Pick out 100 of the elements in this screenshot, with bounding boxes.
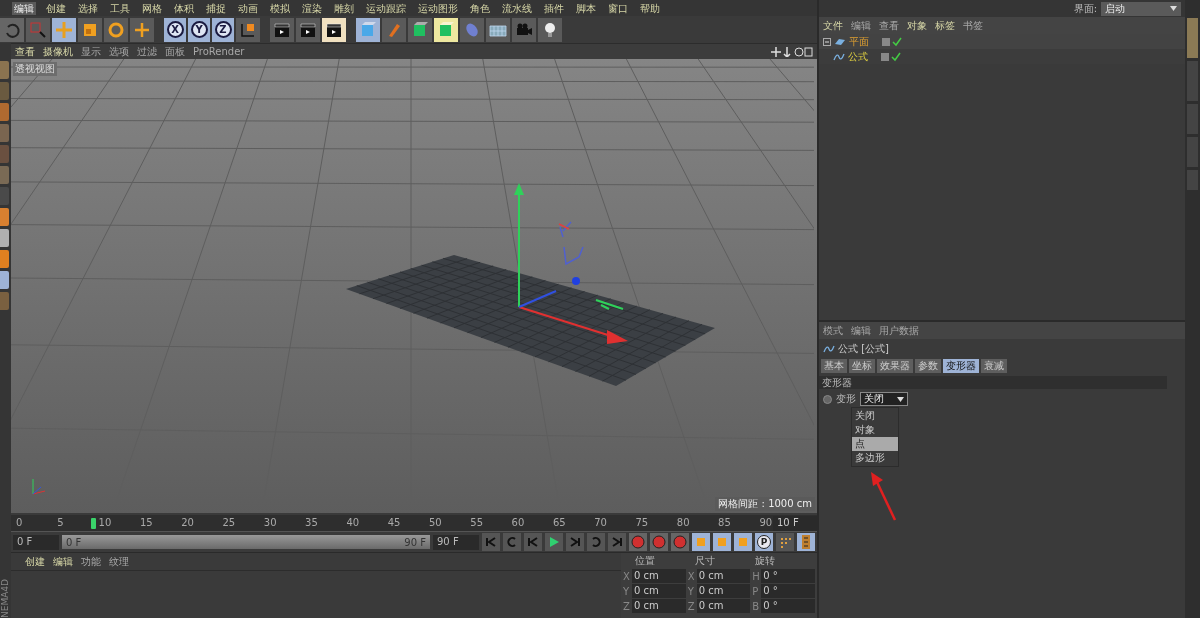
point-level-icon[interactable] <box>776 533 794 551</box>
menu-item[interactable]: 流水线 <box>500 1 534 15</box>
play-icon[interactable] <box>545 533 563 551</box>
viewport-menu-item[interactable]: 摄像机 <box>43 44 73 59</box>
viewport-menu-item[interactable]: 查看 <box>15 44 35 59</box>
menu-item[interactable]: 渲染 <box>300 1 324 15</box>
menu-item[interactable]: 网格 <box>140 1 164 15</box>
viewport-navigation-icon[interactable] <box>771 46 813 57</box>
viewport-menu-item[interactable]: 选项 <box>109 44 129 59</box>
frame-field[interactable]: 10 F <box>773 516 817 531</box>
film-strip-icon[interactable] <box>797 533 815 551</box>
undo-icon[interactable] <box>0 17 24 42</box>
coordinate-field[interactable]: 0 ° <box>761 599 815 613</box>
attribute-tab[interactable]: 效果器 <box>877 359 913 373</box>
object-menu-item[interactable]: 标签 <box>935 18 955 33</box>
dropdown-option[interactable]: 多边形 <box>852 451 898 465</box>
viewport-menu-item[interactable]: 过滤 <box>137 44 157 59</box>
axis-lock-button[interactable]: X <box>164 17 186 42</box>
dropdown-option[interactable]: 对象 <box>852 423 898 437</box>
menu-item[interactable]: 脚本 <box>574 1 598 15</box>
object-menu-item[interactable]: 书签 <box>963 18 983 33</box>
object-name[interactable]: 公式 <box>848 49 878 64</box>
end-frame-field[interactable]: 90 F <box>433 534 479 550</box>
axis-lock-button[interactable]: Z <box>212 17 234 42</box>
start-frame-field[interactable]: 0 F <box>13 534 59 550</box>
object-menu-item[interactable]: 查看 <box>879 18 899 33</box>
axis-lock-button[interactable]: Y <box>188 17 210 42</box>
parameter-key-button[interactable]: P <box>755 533 773 551</box>
cube-icon[interactable] <box>356 17 380 42</box>
plus-icon[interactable] <box>130 17 154 42</box>
dropdown-option[interactable]: 点 <box>852 437 898 451</box>
material-menu-item[interactable]: 编辑 <box>53 554 73 569</box>
cube-array-icon[interactable] <box>434 17 458 42</box>
coordinate-field[interactable]: 0 cm <box>632 599 686 613</box>
attribute-tab[interactable]: 坐标 <box>849 359 875 373</box>
coordinate-field[interactable]: 0 cm <box>632 584 686 598</box>
coordinate-field[interactable]: 0 cm <box>696 569 751 583</box>
menu-item[interactable]: 工具 <box>108 1 132 15</box>
attribute-tab[interactable]: 参数 <box>915 359 941 373</box>
material-menu-item[interactable]: 创建 <box>25 554 45 569</box>
viewport-menu-item[interactable]: ProRender <box>193 46 245 57</box>
coordinate-field[interactable]: 0 cm <box>632 569 686 583</box>
keyframe-help-icon[interactable] <box>671 533 689 551</box>
attribute-menu-item[interactable]: 编辑 <box>851 323 871 338</box>
menu-item[interactable]: 帮助 <box>638 1 662 15</box>
viewport-menu-item[interactable]: 面板 <box>165 44 185 59</box>
record-key-icon[interactable] <box>629 533 647 551</box>
coordinate-field[interactable]: 0 cm <box>696 584 751 598</box>
step-back-icon[interactable] <box>524 533 542 551</box>
autokey-icon[interactable] <box>650 533 668 551</box>
timeline-ruler[interactable]: 0 5 10 15 20 25 30 35 40 45 50 55 60 65 70 75 80 85 90 10 F <box>11 515 817 532</box>
menu-item[interactable]: 体积 <box>172 1 196 15</box>
clapperboard-icon[interactable] <box>322 17 346 42</box>
menu-item[interactable]: 动画 <box>236 1 260 15</box>
attribute-tab[interactable]: 衰减 <box>981 359 1007 373</box>
menu-item[interactable]: 捕捉 <box>204 1 228 15</box>
attribute-tab[interactable]: 变形器 <box>943 359 979 373</box>
grid-icon[interactable] <box>486 17 510 42</box>
step-forward-icon[interactable] <box>566 533 584 551</box>
animation-radio[interactable] <box>823 394 832 404</box>
object-menu-item[interactable]: 对象 <box>907 18 927 33</box>
frame-range-slider[interactable]: 0 F 90 F <box>62 535 430 549</box>
coordinate-field[interactable]: 0 ° <box>761 569 815 583</box>
layout-dropdown[interactable]: 启动 <box>1101 1 1181 16</box>
loop-forward-icon[interactable] <box>587 533 605 551</box>
menu-item[interactable]: 窗口 <box>606 1 630 15</box>
rotate-icon[interactable] <box>104 17 128 42</box>
menu-item[interactable]: 编辑 <box>12 1 36 15</box>
object-menu-item[interactable]: 编辑 <box>851 18 871 33</box>
object-menu-item[interactable]: 文件 <box>823 18 843 33</box>
coordinate-field[interactable]: 0 ° <box>761 584 815 598</box>
material-menu-item[interactable]: 功能 <box>81 554 101 569</box>
menu-item[interactable]: 运动图形 <box>416 1 460 15</box>
coordinate-field[interactable]: 0 cm <box>696 599 751 613</box>
menu-item[interactable]: 创建 <box>44 1 68 15</box>
move-icon[interactable] <box>52 17 76 42</box>
viewport[interactable]: 透视视图 网格间距 : 1000 cm <box>11 59 817 513</box>
deform-dropdown[interactable]: 关闭 <box>860 392 908 406</box>
menu-item[interactable]: 雕刻 <box>332 1 356 15</box>
scale-icon[interactable] <box>78 17 102 42</box>
coordinate-system-icon[interactable] <box>236 17 260 42</box>
menu-item[interactable]: 运动跟踪 <box>364 1 408 15</box>
cloner-cube-icon[interactable] <box>408 17 432 42</box>
object-name[interactable]: 平面 <box>849 34 879 49</box>
dropdown-option[interactable]: 关闭 <box>852 409 898 423</box>
viewport-menu-item[interactable]: 显示 <box>81 44 101 59</box>
go-to-start-icon[interactable] <box>482 533 500 551</box>
playhead[interactable] <box>91 518 97 529</box>
collapse-toggle-icon[interactable] <box>823 37 831 46</box>
go-to-end-icon[interactable] <box>608 533 626 551</box>
material-menu-item[interactable]: 纹理 <box>109 554 129 569</box>
menu-item[interactable]: 角色 <box>468 1 492 15</box>
menu-item[interactable]: 插件 <box>542 1 566 15</box>
attribute-menu-item[interactable]: 用户数据 <box>879 323 919 338</box>
light-bulb-icon[interactable] <box>538 17 562 42</box>
menu-item[interactable]: 选择 <box>76 1 100 15</box>
menu-item[interactable]: 模拟 <box>268 1 292 15</box>
pen-icon[interactable] <box>382 17 406 42</box>
attribute-menu-item[interactable]: 模式 <box>823 323 843 338</box>
loop-back-icon[interactable] <box>503 533 521 551</box>
